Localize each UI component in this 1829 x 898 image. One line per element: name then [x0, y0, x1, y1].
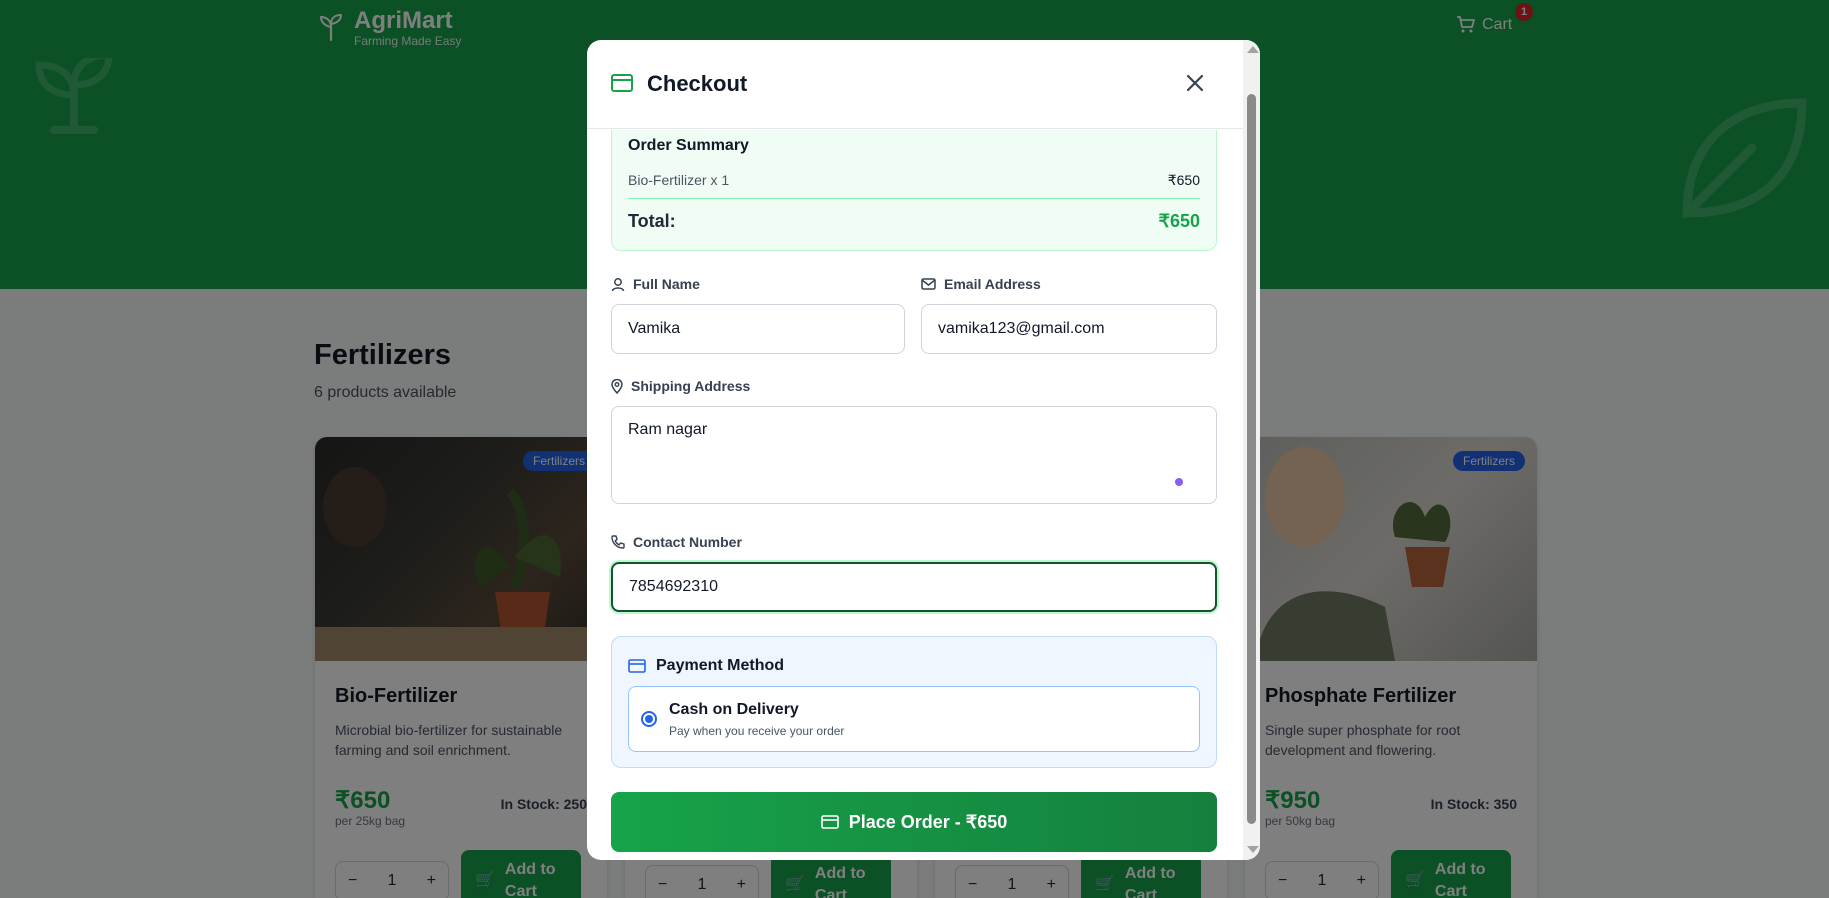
payment-method-title-text: Payment Method — [656, 657, 785, 674]
place-order-label: Place Order - ₹650 — [848, 811, 1008, 832]
order-total: Total: ₹650 — [628, 211, 1200, 232]
email-input[interactable] — [921, 304, 1217, 354]
contact-number-label: Contact Number — [611, 534, 742, 550]
shipping-address-input[interactable]: Ram nagar — [611, 406, 1217, 504]
map-pin-icon — [611, 378, 623, 394]
scroll-down-arrow[interactable] — [1247, 846, 1259, 853]
modal-scrollbar[interactable] — [1243, 40, 1260, 860]
cod-radio[interactable] — [641, 711, 657, 727]
cod-label: Cash on Delivery — [669, 701, 799, 718]
phone-icon — [611, 535, 625, 549]
credit-card-icon — [628, 659, 646, 673]
line-item-price: ₹650 — [1167, 172, 1200, 188]
payment-option-cod[interactable]: Cash on Delivery Pay when you receive yo… — [628, 686, 1200, 752]
contact-number-label-text: Contact Number — [633, 534, 742, 550]
user-icon — [611, 277, 625, 291]
credit-card-icon — [611, 74, 633, 92]
payment-method-section: Payment Method Cash on Delivery Pay when… — [611, 636, 1217, 768]
modal-title: Checkout — [647, 71, 748, 96]
full-name-label-text: Full Name — [633, 276, 700, 292]
place-order-button[interactable]: Place Order - ₹650 — [611, 792, 1217, 852]
payment-method-title: Payment Method — [628, 657, 784, 675]
order-line-item: Bio-Fertilizer x 1 ₹650 — [628, 172, 1200, 189]
email-label-text: Email Address — [944, 276, 1041, 292]
grammar-extension-icon[interactable] — [1175, 478, 1183, 486]
mail-icon — [921, 278, 936, 290]
modal-header: Checkout — [587, 40, 1243, 129]
contact-number-input[interactable] — [611, 562, 1217, 612]
scroll-up-arrow[interactable] — [1247, 46, 1259, 53]
full-name-label: Full Name — [611, 276, 700, 292]
shipping-address-label: Shipping Address — [611, 378, 750, 394]
full-name-input[interactable] — [611, 304, 905, 354]
checkout-modal: Checkout Order Summary Bio-Fertilizer x … — [587, 40, 1260, 860]
summary-divider — [628, 198, 1200, 199]
email-label: Email Address — [921, 276, 1041, 292]
close-icon[interactable] — [1184, 72, 1206, 94]
shipping-address-label-text: Shipping Address — [631, 378, 751, 394]
scroll-thumb[interactable] — [1247, 94, 1256, 824]
order-summary-title: Order Summary — [628, 137, 749, 154]
credit-card-icon — [820, 815, 839, 829]
cod-sublabel: Pay when you receive your order — [669, 724, 845, 738]
total-amount: ₹650 — [1158, 211, 1200, 231]
line-item-name: Bio-Fertilizer x 1 — [628, 172, 730, 188]
order-summary: Order Summary Bio-Fertilizer x 1 ₹650 To… — [611, 130, 1217, 251]
total-label: Total: — [628, 211, 676, 231]
